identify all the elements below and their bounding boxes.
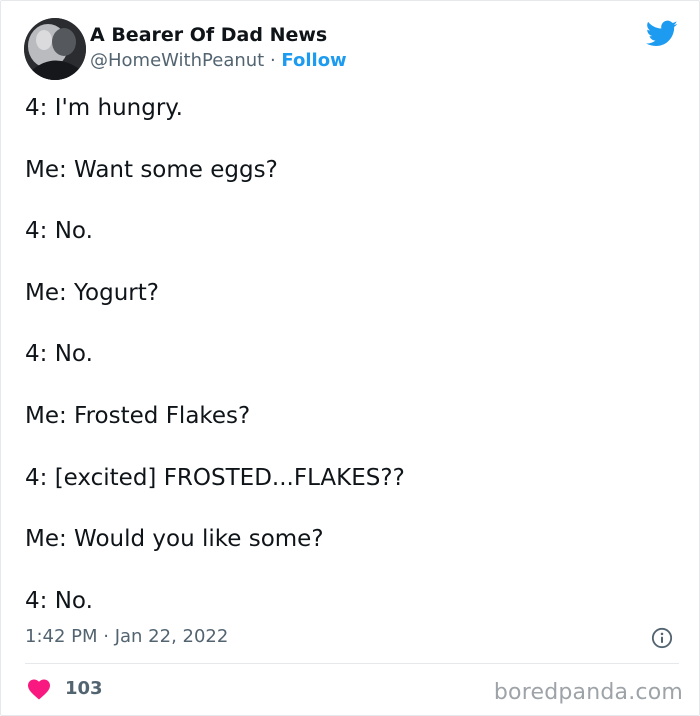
tweet-line: Me: Yogurt? — [25, 279, 159, 306]
tweet-line: 4: No. — [25, 341, 93, 368]
tweet-line: Me: Frosted Flakes? — [25, 402, 251, 429]
twitter-bird-icon[interactable] — [646, 20, 678, 48]
heart-icon[interactable] — [27, 678, 51, 700]
tweet-card: A Bearer Of Dad News @HomeWithPeanut · F… — [0, 0, 700, 716]
info-icon[interactable] — [651, 627, 673, 649]
tweet-line: 4: I'm hungry. — [25, 95, 183, 121]
handle-line: @HomeWithPeanut · Follow — [90, 49, 347, 73]
watermark: boredpanda.com — [493, 680, 683, 705]
divider — [25, 663, 679, 664]
like-count[interactable]: 103 — [65, 677, 103, 701]
tweet-line: 4: No. — [25, 587, 93, 614]
author-handle[interactable]: @HomeWithPeanut — [90, 50, 264, 71]
tweet-line: Me: Would you like some? — [25, 526, 324, 553]
tweet-text: 4: I'm hungry. Me: Want some eggs? 4: No… — [25, 93, 665, 616]
tweet-line: Me: Want some eggs? — [25, 156, 278, 183]
avatar-image — [24, 18, 86, 80]
tweet-line: 4: No. — [25, 218, 93, 245]
handle-separator: · — [269, 50, 276, 71]
tweet-line: 4: [excited] FROSTED...FLAKES?? — [25, 464, 405, 491]
tweet-timestamp[interactable]: 1:42 PM · Jan 22, 2022 — [25, 625, 228, 649]
follow-button[interactable]: Follow — [281, 50, 346, 71]
author-name[interactable]: A Bearer Of Dad News — [90, 23, 327, 47]
tweet-header: A Bearer Of Dad News @HomeWithPeanut · F… — [24, 18, 678, 82]
avatar[interactable] — [24, 18, 86, 80]
